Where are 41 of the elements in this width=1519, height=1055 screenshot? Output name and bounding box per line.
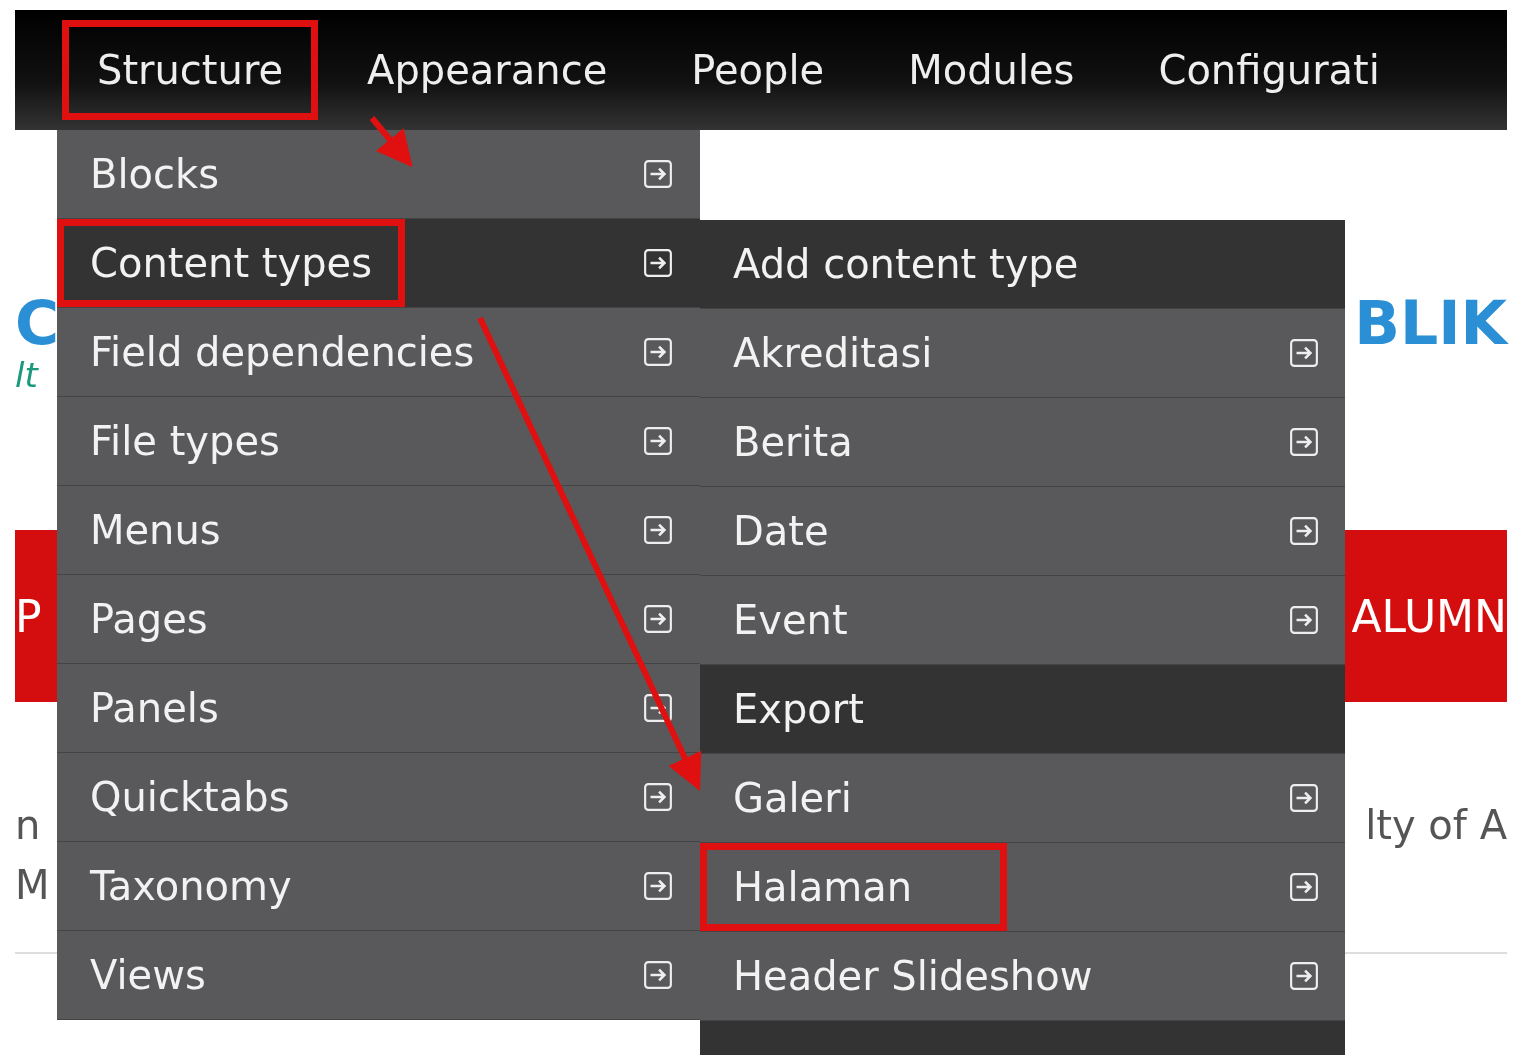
news-title-fragment: n (15, 801, 41, 848)
dropdown-item[interactable]: Content types (57, 219, 700, 308)
item-label: Menus (89, 506, 222, 555)
item-label: Pages (89, 595, 209, 644)
item-label: Field dependencies (89, 328, 476, 377)
item-label: Taxonomy (89, 862, 293, 911)
site-heading-fragment: C (15, 292, 60, 353)
item-label: Date (732, 507, 830, 556)
news-title-fragment: lty of A (1365, 801, 1507, 848)
item-label: Blocks (89, 150, 221, 199)
item-label: Header Slideshow (732, 952, 1094, 1001)
item-label: Akreditasi (732, 329, 934, 378)
annotation-arrow (369, 116, 413, 168)
toolbar-menu-item[interactable]: Appearance (332, 20, 643, 120)
item-label: Halaman (700, 843, 1008, 931)
nav-item-fragment[interactable]: ALUMN (1351, 590, 1507, 642)
item-label: Panels (89, 684, 220, 733)
item-label: Berita (732, 418, 854, 467)
site-subtitle-fragment: lt (15, 355, 38, 395)
item-label: Content types (57, 219, 405, 307)
item-label: Galeri (732, 774, 853, 823)
dropdown-item[interactable]: Halaman (700, 843, 1345, 932)
item-label: Views (89, 951, 207, 1000)
dropdown-item[interactable]: Galeri (700, 754, 1345, 843)
item-label: Add content type (732, 240, 1080, 289)
dropdown-item[interactable]: Header Slideshow (700, 932, 1345, 1021)
dropdown-item[interactable]: Event (700, 576, 1345, 665)
nav-item-fragment[interactable]: P (15, 590, 42, 642)
toolbar-menu-item[interactable]: Modules (873, 20, 1110, 120)
toolbar-menu-item[interactable]: People (656, 20, 860, 120)
dropdown-item[interactable]: Berita (700, 398, 1345, 487)
item-label: Event (732, 596, 849, 645)
item-label: Quicktabs (89, 773, 291, 822)
site-heading-fragment: BLIK (1354, 292, 1507, 353)
item-label: Export (732, 685, 865, 734)
dropdown-item[interactable]: Date (700, 487, 1345, 576)
item-label: File types (89, 417, 281, 466)
toolbar-menu-item[interactable]: Structure (62, 20, 319, 120)
toolbar-menu-item[interactable]: Configurati (1123, 20, 1415, 120)
dropdown-item[interactable]: Akreditasi (700, 309, 1345, 398)
news-title-fragment: M (15, 861, 50, 908)
